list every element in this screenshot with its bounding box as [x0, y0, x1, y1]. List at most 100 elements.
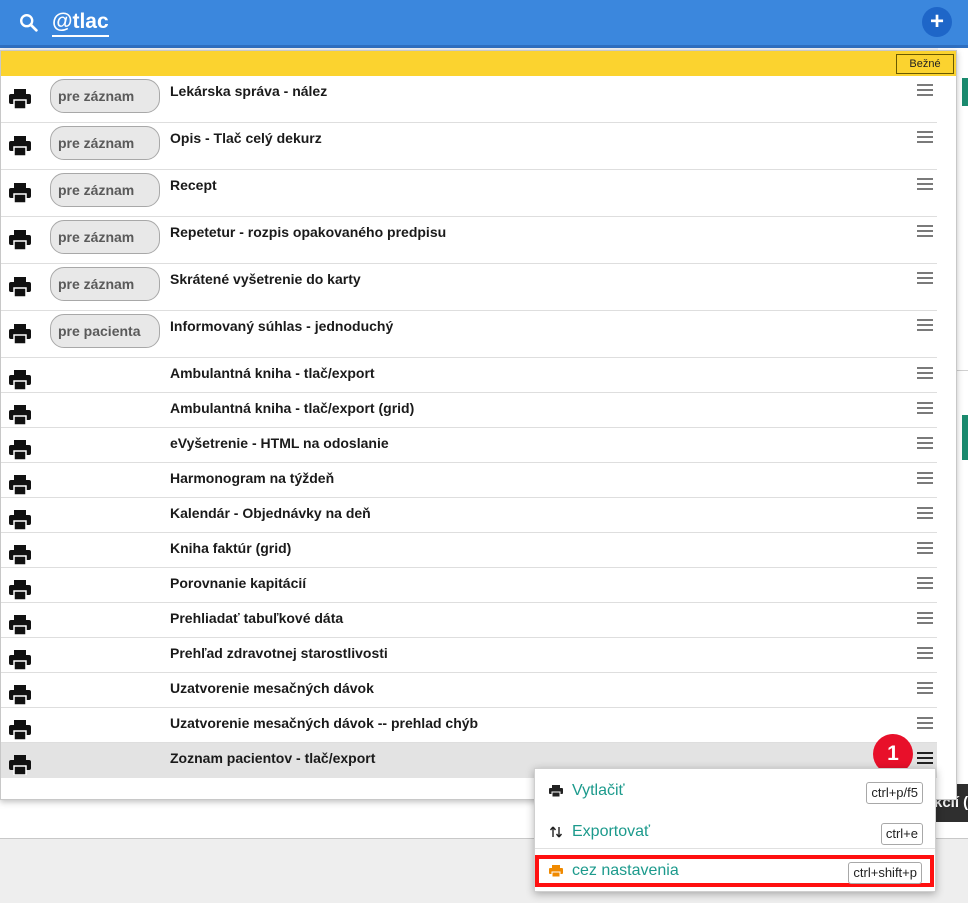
hamburger-menu-icon[interactable]	[917, 577, 933, 589]
list-item-title: Kalendár - Objednávky na deň	[170, 505, 371, 521]
list-item-title: eVyšetrenie - HTML na odoslanie	[170, 435, 389, 451]
hamburger-menu-icon[interactable]	[917, 84, 933, 96]
hamburger-menu-icon[interactable]	[917, 319, 933, 331]
list-item[interactable]: Porovnanie kapitácií	[1, 568, 937, 603]
shortcut-hint: ctrl+e	[880, 823, 923, 845]
hamburger-menu-icon[interactable]	[917, 542, 933, 554]
add-button[interactable]: +	[922, 7, 952, 37]
printer-icon	[9, 685, 31, 705]
list-item-title: Porovnanie kapitácií	[170, 575, 307, 591]
list-item[interactable]: Uzatvorenie mesačných dávok	[1, 673, 937, 708]
hamburger-menu-icon[interactable]	[917, 178, 933, 190]
list-item[interactable]: pre záznam Opis - Tlač celý dekurz	[1, 123, 937, 170]
printer-icon	[9, 615, 31, 635]
list-item-title: Zoznam pacientov - tlač/export	[170, 750, 376, 766]
list-item[interactable]: pre záznam Recept	[1, 170, 937, 217]
list-item[interactable]: pre záznam Lekárska správa - nález	[1, 76, 937, 123]
list-item-title: Lekárska správa - nález	[170, 83, 328, 99]
printer-icon	[9, 405, 31, 425]
hamburger-menu-icon[interactable]	[917, 752, 933, 764]
menu-item-label: cez nastavenia	[572, 862, 679, 879]
list-item-title: Ambulantná kniha - tlač/export	[170, 365, 375, 381]
filter-common-button[interactable]: Bežné	[896, 54, 954, 74]
menu-item-print-settings[interactable]: cez nastavenia ctrl+shift+p	[535, 855, 934, 887]
list-item[interactable]: pre záznam Skrátené vyšetrenie do karty	[1, 264, 937, 311]
menu-item-print[interactable]: Vytlačiť ctrl+p/f5	[535, 771, 935, 811]
hamburger-menu-icon[interactable]	[917, 437, 933, 449]
list-item-title: Uzatvorenie mesačných dávok -- prehlad c…	[170, 715, 479, 731]
list-item-title: Skrátené vyšetrenie do karty	[170, 271, 361, 287]
menu-divider	[535, 848, 935, 849]
printer-icon	[9, 475, 31, 495]
printer-icon	[9, 324, 31, 344]
hamburger-menu-icon[interactable]	[917, 717, 933, 729]
list-item-title: Informovaný súhlas - jednoduchý	[170, 318, 394, 334]
results-list: pre záznam Lekárska správa - nález pre záz…	[1, 76, 937, 778]
background-accent	[962, 78, 968, 106]
printer-icon	[9, 440, 31, 460]
hamburger-menu-icon[interactable]	[917, 507, 933, 519]
scope-tag[interactable]: pre záznam	[50, 79, 160, 113]
printer-icon	[9, 136, 31, 156]
shortcut-hint: ctrl+shift+p	[848, 862, 922, 884]
printer-icon	[9, 183, 31, 203]
list-item-title: Recept	[170, 177, 217, 193]
scope-tag[interactable]: pre pacienta	[50, 314, 160, 348]
list-item[interactable]: pre pacienta Informovaný súhlas - jednodu…	[1, 311, 937, 358]
hamburger-menu-icon[interactable]	[917, 472, 933, 484]
sort-arrows-icon	[549, 826, 563, 838]
printer-icon	[9, 230, 31, 250]
hamburger-menu-icon[interactable]	[917, 682, 933, 694]
scope-tag[interactable]: pre záznam	[50, 267, 160, 301]
printer-icon	[9, 545, 31, 565]
background-accent	[962, 415, 968, 460]
list-item-title: Prehliadať tabuľkové dáta	[170, 610, 344, 626]
results-panel: Bežné pre záznam Lekárska správa - nález p…	[0, 50, 957, 800]
search-icon	[20, 14, 38, 32]
list-item-title: Prehľad zdravotnej starostlivosti	[170, 645, 388, 661]
scope-tag[interactable]: pre záznam	[50, 126, 160, 160]
filter-bar: Bežné	[1, 51, 956, 76]
printer-icon	[9, 580, 31, 600]
printer-icon	[9, 510, 31, 530]
hamburger-menu-icon[interactable]	[917, 612, 933, 624]
printer-icon	[9, 720, 31, 740]
list-item-title: Uzatvorenie mesačných dávok	[170, 680, 374, 696]
printer-settings-icon	[549, 865, 563, 877]
hamburger-menu-icon[interactable]	[917, 225, 933, 237]
search-bar: @tlac +	[0, 0, 968, 48]
printer-icon	[9, 650, 31, 670]
list-item[interactable]: Harmonogram na týždeň	[1, 463, 937, 498]
list-item[interactable]: Ambulantná kniha - tlač/export (grid)	[1, 393, 937, 428]
list-item[interactable]: Uzatvorenie mesačných dávok -- prehlad c…	[1, 708, 937, 743]
list-item-title: Opis - Tlač celý dekurz	[170, 130, 322, 146]
hamburger-menu-icon[interactable]	[917, 367, 933, 379]
list-item[interactable]: Prehľad zdravotnej starostlivosti	[1, 638, 937, 673]
printer-icon	[9, 755, 31, 775]
hamburger-menu-icon[interactable]	[917, 131, 933, 143]
printer-icon	[549, 785, 563, 797]
list-item[interactable]: Ambulantná kniha - tlač/export	[1, 358, 937, 393]
list-item-title: Kniha faktúr (grid)	[170, 540, 292, 556]
hamburger-menu-icon[interactable]	[917, 272, 933, 284]
list-item[interactable]: Kniha faktúr (grid)	[1, 533, 937, 568]
menu-item-label: Vytlačiť	[572, 782, 625, 799]
menu-item-label: Exportovať	[572, 823, 651, 840]
printer-icon	[9, 277, 31, 297]
search-input[interactable]: @tlac	[52, 9, 109, 37]
list-item[interactable]: pre záznam Repetetur - rozpis opakovaného…	[1, 217, 937, 264]
scope-tag[interactable]: pre záznam	[50, 173, 160, 207]
hamburger-menu-icon[interactable]	[917, 402, 933, 414]
context-menu: Vytlačiť ctrl+p/f5 Exportovať ctrl+e cez…	[534, 768, 936, 892]
menu-item-export[interactable]: Exportovať ctrl+e	[535, 812, 935, 852]
list-item[interactable]: Prehliadať tabuľkové dáta	[1, 603, 937, 638]
list-item-title: Repetetur - rozpis opakovaného predpisu	[170, 224, 447, 240]
shortcut-hint: ctrl+p/f5	[866, 782, 923, 804]
list-item[interactable]: Kalendár - Objednávky na deň	[1, 498, 937, 533]
printer-icon	[9, 89, 31, 109]
list-item[interactable]: eVyšetrenie - HTML na odoslanie	[1, 428, 937, 463]
scope-tag[interactable]: pre záznam	[50, 220, 160, 254]
list-item-title: Ambulantná kniha - tlač/export (grid)	[170, 400, 415, 416]
list-item-title: Harmonogram na týždeň	[170, 470, 335, 486]
hamburger-menu-icon[interactable]	[917, 647, 933, 659]
